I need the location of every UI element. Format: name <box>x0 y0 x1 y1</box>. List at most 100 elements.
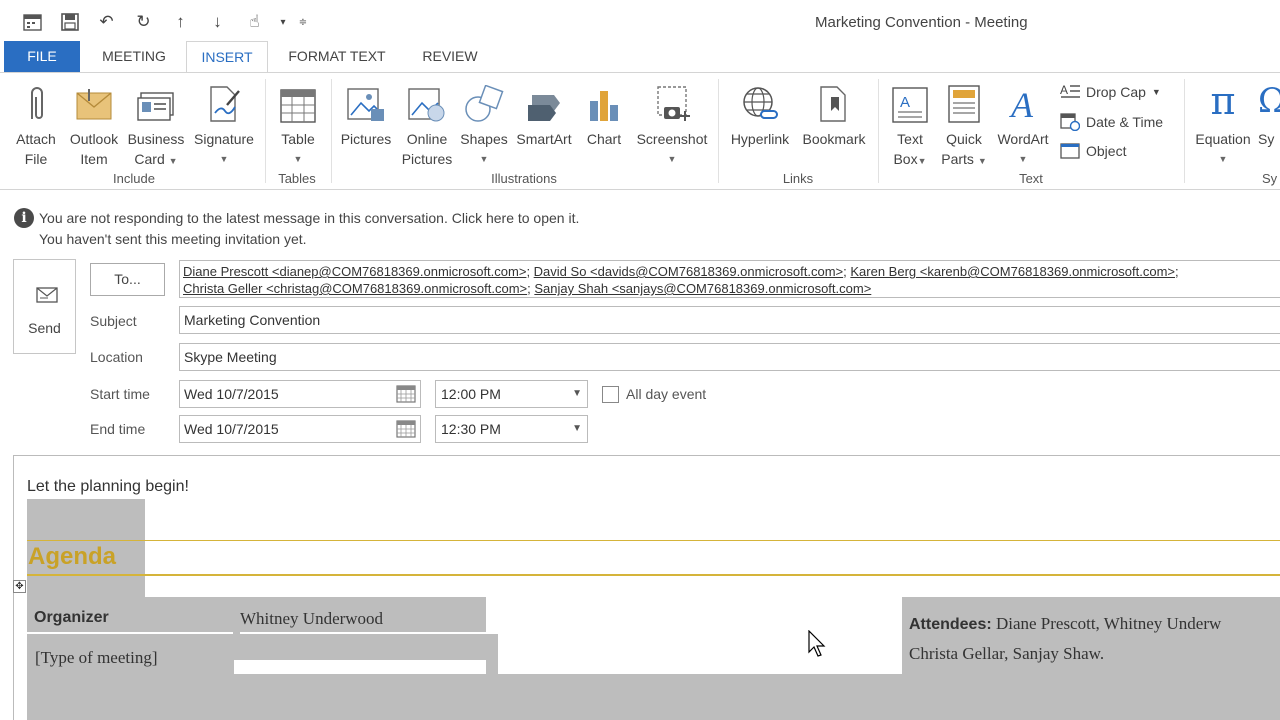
subject-label: Subject <box>90 313 137 329</box>
drop-cap-button[interactable]: A Drop Cap ▼ <box>1060 79 1161 105</box>
agenda-top-rule <box>27 540 1280 541</box>
quick-parts-icon <box>938 79 990 123</box>
dropdown-caret-icon: ▼ <box>219 154 229 164</box>
pictures-icon <box>336 79 396 123</box>
tab-format-text[interactable]: FORMAT TEXT <box>282 41 392 72</box>
hyperlink-globe-icon <box>724 79 796 123</box>
svg-text:A: A <box>1009 85 1034 123</box>
mouse-pointer-icon <box>808 630 826 657</box>
group-label-text: Text <box>1019 171 1043 186</box>
save-icon[interactable] <box>51 8 88 36</box>
redo-icon[interactable]: ↻ <box>125 8 162 36</box>
date-time-icon <box>1060 113 1080 131</box>
tab-meeting[interactable]: MEETING <box>96 41 172 72</box>
all-day-event-checkbox[interactable] <box>602 386 619 403</box>
ribbon: Attach File Outlook Item Business Card ▼… <box>0 72 1280 190</box>
attach-file-button[interactable]: Attach File <box>8 79 64 169</box>
dropdown-caret-icon: ▼ <box>479 154 489 164</box>
location-input[interactable]: Skype Meeting <box>179 343 1280 371</box>
shapes-button[interactable]: Shapes ▼ <box>456 79 512 169</box>
start-date-input[interactable]: Wed 10/7/2015 <box>179 380 421 408</box>
table-lower-block <box>27 674 1280 720</box>
signature-button[interactable]: Signature ▼ <box>190 79 258 169</box>
recipient-sanjay-shah[interactable]: Sanjay Shah <sanjays@COM76818369.onmicro… <box>534 281 871 296</box>
text-box-button[interactable]: A Text Box▼ <box>884 79 936 171</box>
meeting-type-field[interactable] <box>234 660 486 674</box>
body-intro-text[interactable]: Let the planning begin! <box>27 478 189 496</box>
business-card-button[interactable]: Business Card ▼ <box>124 79 188 171</box>
up-arrow-icon[interactable]: ↑ <box>162 8 199 36</box>
dropdown-caret-icon: ▼ <box>293 154 303 164</box>
calendar-picker-icon[interactable] <box>396 385 416 403</box>
meeting-type-placeholder[interactable]: [Type of meeting] <box>35 648 158 668</box>
chart-button[interactable]: Chart <box>580 79 628 149</box>
pi-equation-icon: π <box>1210 79 1236 123</box>
group-separator <box>878 79 879 183</box>
calendar-app-icon[interactable] <box>14 8 51 36</box>
group-label-symbols: Sy <box>1262 171 1278 186</box>
group-label-illustrations: Illustrations <box>491 171 557 186</box>
send-button[interactable]: Send <box>13 259 76 354</box>
all-day-event-label: All day event <box>626 386 707 402</box>
quick-parts-button[interactable]: Quick Parts ▼ <box>938 79 990 171</box>
attendees-text[interactable]: Attendees: Diane Prescott, Whitney Under… <box>909 609 1221 668</box>
tab-review[interactable]: REVIEW <box>416 41 484 72</box>
outlook-item-button[interactable]: Outlook Item <box>64 79 124 169</box>
date-time-button[interactable]: Date & Time <box>1060 109 1163 135</box>
ribbon-tabs: FILE MEETING INSERT FORMAT TEXT REVIEW <box>0 41 1280 73</box>
undo-icon[interactable]: ↶ <box>88 8 125 36</box>
agenda-heading[interactable]: Agenda <box>28 543 116 571</box>
screenshot-icon <box>632 79 712 123</box>
end-time-label: End time <box>90 421 146 437</box>
group-separator <box>331 79 332 183</box>
touch-dropdown-icon[interactable]: ▾ <box>273 8 293 36</box>
subject-input[interactable]: Marketing Convention <box>179 306 1280 334</box>
dropdown-caret-icon: ▼ <box>667 154 677 164</box>
down-arrow-icon[interactable]: ↓ <box>199 8 236 36</box>
organizer-value[interactable]: Whitney Underwood <box>240 609 383 629</box>
info-message-not-sent: You haven't sent this meeting invitation… <box>39 231 307 247</box>
group-separator <box>265 79 266 183</box>
bookmark-icon <box>798 79 870 123</box>
bookmark-button[interactable]: Bookmark <box>798 79 870 149</box>
online-pictures-button[interactable]: Online Pictures <box>398 79 456 169</box>
recipient-david-so[interactable]: David So <davids@COM76818369.onmicrosoft… <box>534 264 843 279</box>
calendar-picker-icon[interactable] <box>396 420 416 438</box>
wordart-icon: A <box>992 79 1054 123</box>
dropdown-caret-icon: ▼ <box>1218 154 1228 164</box>
smartart-icon <box>512 79 576 123</box>
quick-access-toolbar: ↶ ↻ ↑ ↓ ☝ ▾ ≑ <box>14 8 313 36</box>
to-recipients-field[interactable]: Diane Prescott <dianep@COM76818369.onmic… <box>179 260 1280 298</box>
equation-button[interactable]: π Equation ▼ <box>1190 79 1256 169</box>
tab-insert[interactable]: INSERT <box>186 41 268 73</box>
bar-chart-icon <box>580 79 628 123</box>
start-time-select[interactable]: 12:00 PM ▼ <box>435 380 588 408</box>
omega-symbol-icon: Ω <box>1258 81 1280 121</box>
info-message-conversation[interactable]: You are not responding to the latest mes… <box>39 208 579 229</box>
table-move-handle-icon[interactable]: ✥ <box>13 580 26 593</box>
object-button[interactable]: Object <box>1060 138 1126 164</box>
hyperlink-button[interactable]: Hyperlink <box>724 79 796 149</box>
symbol-button[interactable]: Ω Sy <box>1258 79 1280 149</box>
recipient-christa-geller[interactable]: Christa Geller <christag@COM76818369.onm… <box>183 281 527 296</box>
to-button[interactable]: To... <box>90 263 165 296</box>
screenshot-button[interactable]: Screenshot ▼ <box>632 79 712 169</box>
chevron-down-icon: ▼ <box>572 388 582 399</box>
dropdown-caret-icon: ▼ <box>977 156 987 166</box>
paperclip-icon <box>8 79 64 123</box>
dropdown-caret-icon: ▼ <box>917 156 927 166</box>
info-bar[interactable]: You are not responding to the latest mes… <box>39 208 579 250</box>
signature-icon <box>190 79 258 123</box>
table-button[interactable]: Table ▼ <box>272 79 324 169</box>
end-time-select[interactable]: 12:30 PM ▼ <box>435 415 588 443</box>
end-date-input[interactable]: Wed 10/7/2015 <box>179 415 421 443</box>
recipient-diane-prescott[interactable]: Diane Prescott <dianep@COM76818369.onmic… <box>183 264 526 279</box>
customize-qat-icon[interactable]: ≑ <box>293 8 313 36</box>
smartart-button[interactable]: SmartArt <box>512 79 576 149</box>
tab-file[interactable]: FILE <box>4 41 80 72</box>
info-icon: i <box>14 208 34 228</box>
touch-mode-icon[interactable]: ☝ <box>236 8 273 36</box>
wordart-button[interactable]: A WordArt ▼ <box>992 79 1054 169</box>
recipient-karen-berg[interactable]: Karen Berg <karenb@COM76818369.onmicroso… <box>850 264 1175 279</box>
pictures-button[interactable]: Pictures <box>336 79 396 149</box>
